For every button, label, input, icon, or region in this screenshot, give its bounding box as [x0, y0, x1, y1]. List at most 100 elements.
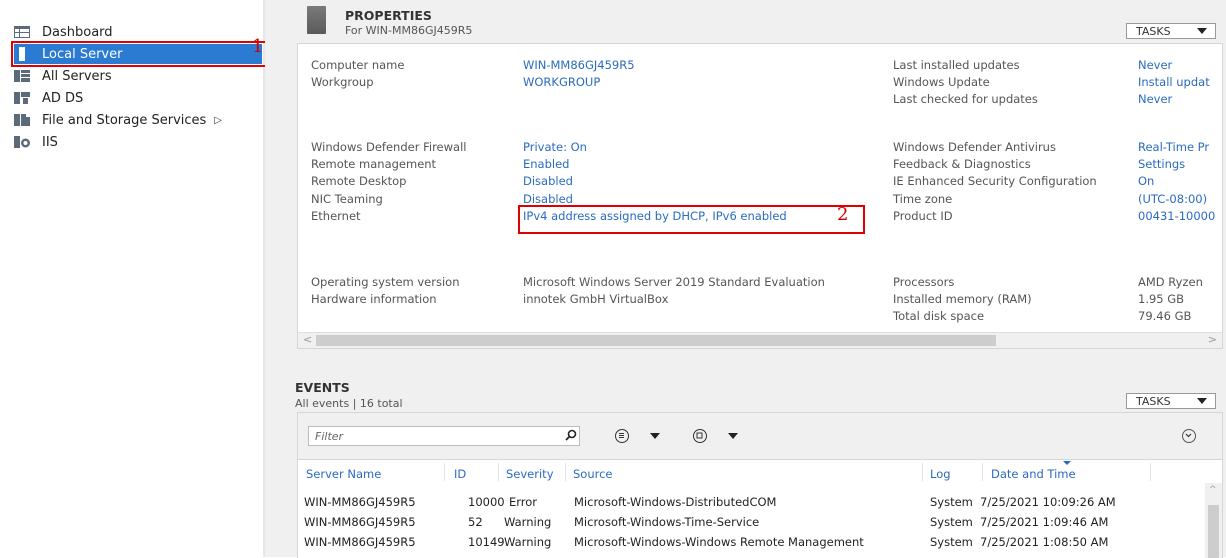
chevron-down-icon[interactable] [650, 433, 660, 439]
last-checked-label: Last checked for updates [893, 92, 1038, 106]
tasks-label: TASKS [1136, 394, 1171, 408]
properties-panel: Computer name Workgroup Windows Defender… [297, 43, 1223, 349]
firewall-link[interactable]: Private: On [523, 140, 587, 154]
column-header-source[interactable]: Source [573, 467, 613, 481]
cell-log: System [930, 515, 973, 529]
cell-source: Microsoft-Windows-Time-Service [574, 515, 760, 529]
save-query-icon[interactable] [693, 429, 707, 443]
cell-severity: Warning [504, 535, 552, 549]
sidebar-item-label: AD DS [42, 90, 84, 106]
filter-input[interactable]: Filter [308, 426, 580, 446]
last-installed-link[interactable]: Never [1138, 58, 1172, 72]
last-checked-link[interactable]: Never [1138, 92, 1172, 106]
scrollbar-thumb[interactable] [1208, 505, 1219, 558]
remote-management-label: Remote management [311, 157, 437, 171]
sidebar-item-dashboard[interactable]: Dashboard [14, 22, 262, 42]
cell-date-time: 7/25/2021 1:08:50 AM [980, 535, 1109, 549]
computer-name-link[interactable]: WIN-MM86GJ459R5 [523, 58, 635, 72]
main-content: PROPERTIES For WIN-MM86GJ459R5 TASKS Com… [265, 0, 1226, 558]
hardware-info-label: Hardware information [311, 292, 437, 306]
product-id-link[interactable]: 00431-10000 [1138, 209, 1215, 223]
product-id-label: Product ID [893, 209, 953, 223]
cell-id: 52 [468, 515, 483, 529]
remote-management-link[interactable]: Enabled [523, 157, 569, 171]
scrollbar-thumb[interactable] [316, 335, 996, 346]
remote-desktop-link[interactable]: Disabled [523, 174, 573, 188]
annotation-box-1 [11, 41, 279, 67]
list-options-icon[interactable] [615, 429, 629, 443]
scroll-right-icon[interactable]: > [1208, 333, 1217, 346]
windows-update-label: Windows Update [893, 75, 990, 89]
column-header-severity[interactable]: Severity [506, 467, 554, 481]
ad-ds-icon [14, 92, 30, 104]
feedback-label: Feedback & Diagnostics [893, 157, 1031, 171]
properties-subtitle: For WIN-MM86GJ459R5 [345, 24, 473, 37]
sidebar-item-all-servers[interactable]: All Servers [14, 66, 262, 86]
column-header-id[interactable]: ID [454, 467, 466, 481]
time-zone-label: Time zone [893, 192, 953, 206]
ram-value: 1.95 GB [1138, 292, 1185, 306]
cell-source: Microsoft-Windows-DistributedCOM [574, 495, 777, 509]
properties-tasks-button[interactable]: TASKS [1126, 23, 1216, 39]
cell-log: System [930, 535, 973, 549]
sidebar-item-label: All Servers [42, 68, 112, 84]
disk-space-value: 79.46 GB [1138, 309, 1192, 323]
sidebar-item-label: IIS [42, 134, 58, 150]
cell-date-time: 7/25/2021 1:09:46 AM [980, 515, 1109, 529]
column-header-log[interactable]: Log [930, 467, 951, 481]
sidebar-item-label: File and Storage Services [42, 112, 207, 128]
search-icon[interactable] [565, 429, 577, 441]
computer-name-label: Computer name [311, 58, 405, 72]
iis-icon [14, 136, 30, 148]
sidebar: Dashboard Local Server All Servers AD DS… [0, 0, 263, 557]
cell-id: 10000 [468, 495, 505, 509]
chevron-down-icon [1197, 398, 1207, 404]
expand-arrow-icon[interactable]: ▷ [214, 115, 222, 126]
cell-server-name: WIN-MM86GJ459R5 [304, 535, 416, 549]
cell-source: Microsoft-Windows-Windows Remote Managem… [574, 535, 864, 549]
dashboard-icon [14, 26, 30, 38]
chevron-down-icon[interactable] [728, 433, 738, 439]
workgroup-link[interactable]: WORKGROUP [523, 75, 600, 89]
antivirus-label: Windows Defender Antivirus [893, 140, 1056, 154]
last-installed-label: Last installed updates [893, 58, 1020, 72]
scroll-left-icon[interactable]: < [303, 333, 312, 346]
horizontal-scrollbar[interactable]: < > [298, 332, 1222, 348]
disk-space-label: Total disk space [893, 309, 985, 323]
time-zone-link[interactable]: (UTC-08:00) [1138, 192, 1207, 206]
firewall-label: Windows Defender Firewall [311, 140, 467, 154]
column-separator [565, 463, 566, 481]
sidebar-item-file-storage[interactable]: File and Storage Services ▷ [14, 110, 262, 130]
windows-update-link[interactable]: Install updat [1138, 75, 1210, 89]
feedback-link[interactable]: Settings [1138, 157, 1185, 171]
vertical-scrollbar[interactable]: ^ [1205, 483, 1222, 558]
cell-severity: Error [509, 495, 538, 509]
chevron-down-icon [1197, 28, 1207, 34]
expand-circle-icon[interactable] [1182, 429, 1196, 443]
ie-security-link[interactable]: On [1138, 174, 1154, 188]
sidebar-item-ad-ds[interactable]: AD DS [14, 88, 262, 108]
annotation-number-2: 2 [837, 204, 849, 225]
processors-value: AMD Ryzen [1138, 275, 1203, 289]
ethernet-label: Ethernet [311, 209, 361, 223]
filter-placeholder: Filter [315, 430, 344, 443]
column-header-date-time[interactable]: Date and Time [991, 467, 1076, 481]
cell-server-name: WIN-MM86GJ459R5 [304, 495, 416, 509]
events-title: EVENTS [295, 380, 350, 395]
properties-server-icon [307, 6, 326, 34]
scroll-up-icon[interactable]: ^ [1209, 485, 1217, 495]
column-separator [1150, 463, 1151, 481]
column-header-server-name[interactable]: Server Name [306, 467, 381, 481]
workgroup-label: Workgroup [311, 75, 374, 89]
column-separator [982, 463, 983, 481]
antivirus-link[interactable]: Real-Time Pr [1138, 140, 1209, 154]
ram-label: Installed memory (RAM) [893, 292, 1032, 306]
hardware-info-value: innotek GmbH VirtualBox [523, 292, 669, 306]
sidebar-item-iis[interactable]: IIS [14, 132, 262, 152]
events-tasks-button[interactable]: TASKS [1126, 393, 1216, 409]
filter-bar: Filter [298, 413, 1222, 460]
nic-teaming-link[interactable]: Disabled [523, 192, 573, 206]
events-subtitle: All events | 16 total [295, 397, 403, 410]
ie-security-label: IE Enhanced Security Configuration [893, 174, 1097, 188]
events-panel: Filter Server Name ID Severity Source Lo… [297, 412, 1223, 558]
